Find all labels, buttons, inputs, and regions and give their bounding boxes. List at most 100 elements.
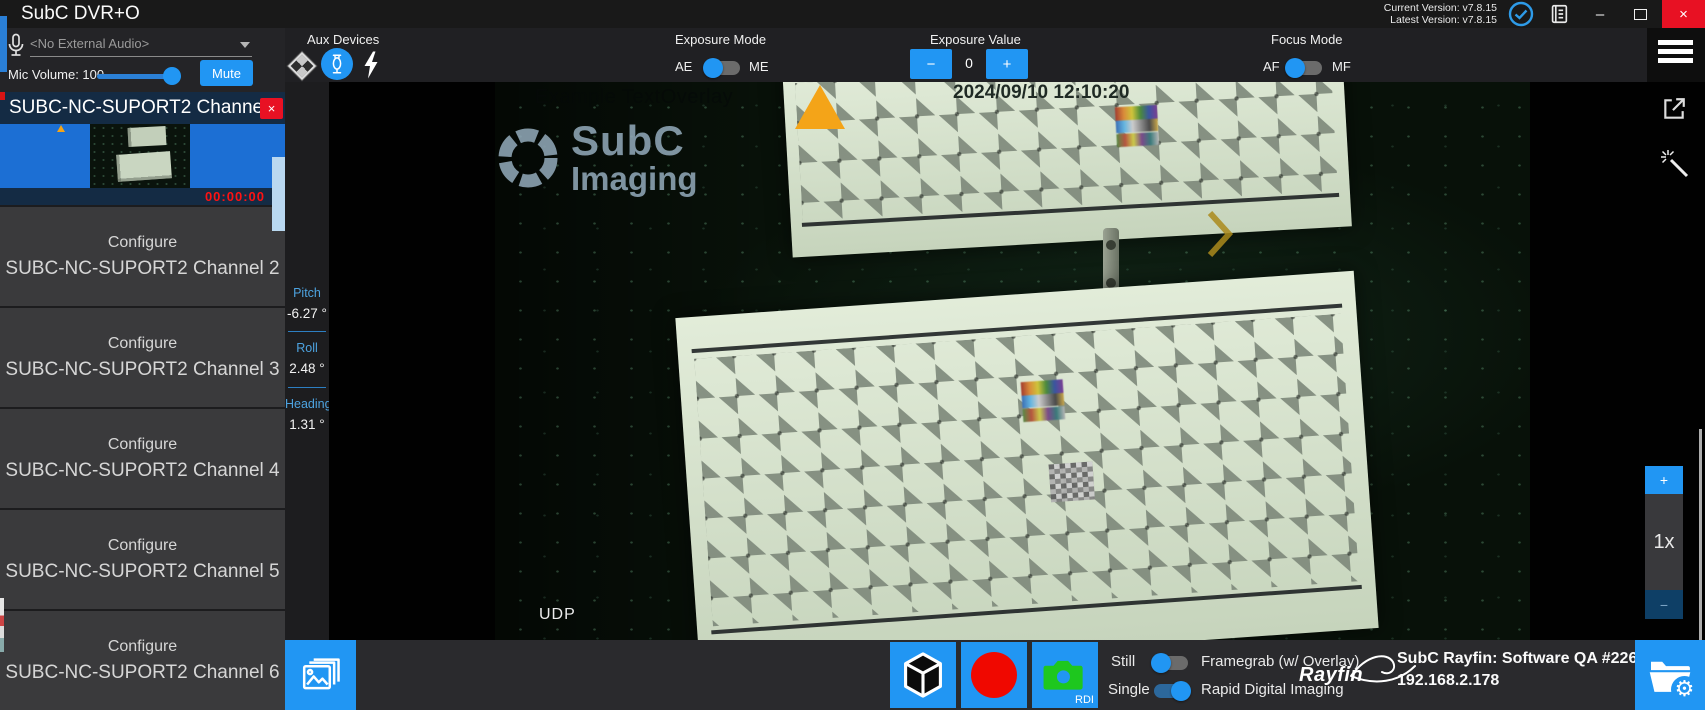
rdi-badge: RDI xyxy=(1075,694,1094,706)
desktop-edge-sliver xyxy=(0,16,7,72)
warning-triangle-icon xyxy=(795,85,845,129)
channel-1-close-button[interactable]: × xyxy=(260,98,283,119)
aperture-icon xyxy=(495,125,561,191)
roll-label: Roll xyxy=(285,341,329,355)
exposure-decrease-button[interactable]: − xyxy=(910,49,952,79)
pitch-value: -6.27 ° xyxy=(285,306,329,321)
exposure-manual-label: ME xyxy=(749,59,769,74)
hamburger-menu-icon[interactable] xyxy=(1658,40,1693,70)
camera-toolbar: Aux Devices Exposure Mode AE ME Exposure… xyxy=(285,28,1647,82)
record-icon xyxy=(971,652,1017,698)
pop-out-window-icon[interactable] xyxy=(1661,96,1687,127)
burned-in-text-overlay: Example TextOverlay xyxy=(535,86,733,109)
configure-channel-2-button[interactable]: Configure SUBC-NC-SUPORT2 Channel 2 xyxy=(0,207,285,306)
color-checker-patch xyxy=(1115,105,1159,147)
laser-icon[interactable] xyxy=(288,52,316,80)
scrollbar[interactable] xyxy=(1699,429,1702,640)
close-button[interactable]: × xyxy=(1662,0,1705,28)
bottom-control-bar: RDI Still Framegrab (w/ Overlay) Single … xyxy=(285,640,1705,710)
focus-mode-toggle[interactable] xyxy=(1288,61,1322,75)
exposure-mode-toggle[interactable] xyxy=(706,61,740,75)
mute-button[interactable]: Mute xyxy=(200,60,253,86)
menu-zone xyxy=(1647,28,1705,82)
channel-1-preview[interactable] xyxy=(0,124,285,188)
pitch-label: Pitch xyxy=(285,286,329,300)
exposure-value-label: Exposure Value xyxy=(930,32,1021,47)
latest-version: Latest Version: v7.8.15 xyxy=(1384,14,1497,26)
configure-channel-4-button[interactable]: Configure SUBC-NC-SUPORT2 Channel 4 xyxy=(0,409,285,508)
maximize-button[interactable] xyxy=(1620,0,1660,28)
thumbnail-warning-triangle-icon xyxy=(57,125,65,132)
framegrab-toggle[interactable] xyxy=(1154,656,1188,670)
digital-zoom-widget: + 1x − xyxy=(1645,466,1683,619)
mic-volume-slider-thumb[interactable] xyxy=(163,67,181,85)
zoom-out-button[interactable]: − xyxy=(1645,590,1683,619)
video-viewport: Example TextOverlay 2024/09/10 12:10:20 … xyxy=(329,82,1705,640)
toggle-thumb xyxy=(703,58,723,78)
divider xyxy=(288,331,326,332)
audio-source-select[interactable]: <No External Audio> xyxy=(30,34,252,57)
calibration-pattern xyxy=(694,314,1359,627)
audio-source-value: <No External Audio> xyxy=(30,36,149,51)
strobe-icon[interactable] xyxy=(363,51,379,84)
gallery-icon xyxy=(300,656,342,694)
video-timestamp: 2024/09/10 12:10:20 xyxy=(953,82,1129,104)
focus-manual-label: MF xyxy=(1332,59,1351,74)
channel-1-title: SUBC-NC-SUPORT2 Channel 1 xyxy=(9,97,283,119)
divider xyxy=(288,387,326,388)
log-book-icon[interactable] xyxy=(1548,3,1570,25)
chevron-down-icon xyxy=(240,42,250,48)
focus-auto-label: AF xyxy=(1263,59,1280,74)
window-title: SubC DVR+O xyxy=(21,3,140,25)
configure-channel-5-button[interactable]: Configure SUBC-NC-SUPORT2 Channel 5 xyxy=(0,510,285,609)
3d-model-button[interactable] xyxy=(890,642,956,708)
gear-icon: ⚙ xyxy=(1671,676,1698,703)
cube-icon xyxy=(901,651,945,699)
microphone-icon xyxy=(7,33,25,64)
subc-dvr-window: SubC DVR+O Current Version: v7.8.15 Late… xyxy=(0,0,1705,710)
configure-channel-3-button[interactable]: Configure SUBC-NC-SUPORT2 Channel 3 xyxy=(0,308,285,407)
desktop-edge-sliver xyxy=(0,92,5,100)
record-button[interactable] xyxy=(961,642,1027,708)
record-timer-row: 00:00:00 xyxy=(0,188,285,205)
update-check-icon[interactable] xyxy=(1508,1,1534,27)
lamp-button[interactable] xyxy=(321,48,353,80)
channel-panel: SUBC-NC-SUPORT2 Channel 1 × 00:00:00 Con… xyxy=(0,92,285,710)
magic-wand-icon[interactable] xyxy=(1659,148,1691,185)
toggle-thumb xyxy=(1171,681,1191,701)
still-capture-button[interactable]: RDI xyxy=(1032,642,1098,708)
exposure-auto-label: AE xyxy=(675,59,692,74)
protocol-label: UDP xyxy=(539,606,576,624)
toggle-thumb xyxy=(1151,653,1171,673)
camera-icon xyxy=(1042,655,1088,695)
aux-devices-label: Aux Devices xyxy=(307,32,379,47)
file-settings-button[interactable]: ⚙ xyxy=(1635,640,1705,710)
rapid-digital-imaging-toggle[interactable] xyxy=(1154,684,1188,698)
watermark-line1: SubC xyxy=(571,120,698,162)
chevron-right-icon[interactable] xyxy=(1207,210,1233,263)
exposure-increase-button[interactable]: + xyxy=(986,49,1028,79)
rayfin-logo: Rayfin xyxy=(1299,652,1409,698)
current-version: Current Version: v7.8.15 xyxy=(1384,2,1497,14)
zoom-in-button[interactable]: + xyxy=(1645,466,1683,494)
attitude-panel: Pitch -6.27 ° Roll 2.48 ° Heading 1.31 ° xyxy=(285,82,329,640)
exposure-mode-label: Exposure Mode xyxy=(675,32,766,47)
title-bar: SubC DVR+O Current Version: v7.8.15 Late… xyxy=(0,0,1705,28)
channel-list-scrollbar[interactable] xyxy=(272,157,285,231)
audio-panel: <No External Audio> Mic Volume: 100 Mute xyxy=(0,28,285,92)
watermark-line2: Imaging xyxy=(571,162,698,195)
heading-value: 1.31 ° xyxy=(285,417,329,432)
configure-channel-6-button[interactable]: Configure SUBC-NC-SUPORT2 Channel 6 xyxy=(0,611,285,710)
maximize-icon xyxy=(1634,9,1647,20)
channel-1-video-thumbnail xyxy=(90,124,190,188)
media-gallery-button[interactable] xyxy=(285,640,356,710)
focus-mode-label: Focus Mode xyxy=(1271,32,1343,47)
channel-1-header[interactable]: SUBC-NC-SUPORT2 Channel 1 × xyxy=(0,92,285,124)
still-label: Still xyxy=(1111,653,1135,670)
minimize-button[interactable]: – xyxy=(1580,0,1620,28)
configure-channel-list: Configure SUBC-NC-SUPORT2 Channel 2 Conf… xyxy=(0,207,285,710)
roll-value: 2.48 ° xyxy=(285,361,329,376)
version-info: Current Version: v7.8.15 Latest Version:… xyxy=(1384,2,1497,26)
pixelated-patch xyxy=(1048,461,1095,502)
single-label: Single xyxy=(1108,681,1150,698)
